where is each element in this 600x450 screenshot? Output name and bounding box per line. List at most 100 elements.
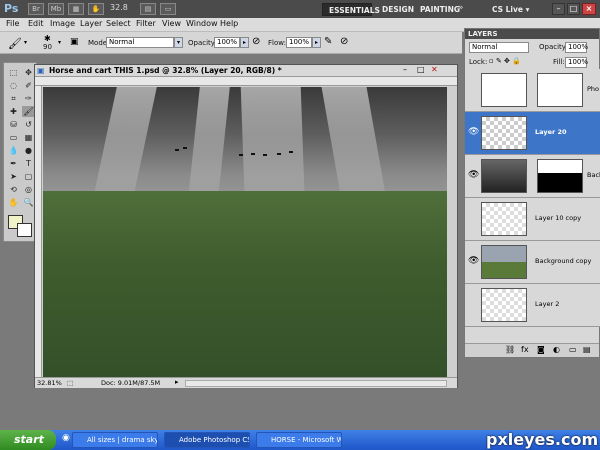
screen-mode-icon[interactable]: ▭ [160,3,176,15]
path-select-tool-icon[interactable]: ➤ [7,171,20,182]
doc-minimize-icon[interactable]: – [403,65,407,74]
layer-opacity-input[interactable]: 100% [565,42,588,53]
layer-name: Pho [587,85,600,93]
doc-maximize-icon[interactable]: □ [417,65,425,74]
background-color-swatch[interactable] [17,223,32,237]
adjustment-layer-icon[interactable]: ◐ [553,345,560,354]
bird [183,147,187,149]
menu-image[interactable]: Image [50,19,75,28]
close-button[interactable]: × [582,3,596,15]
tool-preset-arrow-icon[interactable]: ▾ [24,39,27,46]
status-menu-arrow-icon[interactable]: ▸ [175,378,179,386]
opacity-slider-icon[interactable]: ▸ [240,37,249,48]
taskbar-item-browser[interactable]: All sizes | drama sky |... [72,432,158,448]
menu-help[interactable]: Help [220,19,238,28]
healing-tool-icon[interactable]: ✚ [7,106,20,117]
menu-window[interactable]: Window [186,19,218,28]
crop-tool-icon[interactable]: ⌗ [7,93,20,104]
ps-doc-icon: ▣ [37,66,45,75]
menu-file[interactable]: File [6,19,19,28]
layer-row[interactable]: 👁 Background copy [465,241,600,284]
workspace-more-icon[interactable]: » [458,3,464,13]
airbrush-icon[interactable]: ✎ [324,36,332,47]
start-button[interactable]: start [0,430,56,450]
image-canvas[interactable] [43,87,447,379]
marquee-tool-icon[interactable]: ⬚ [7,67,20,78]
quick-launch-icon[interactable]: ◉ [62,433,70,443]
fill-input[interactable]: 100% [565,57,588,68]
clone-stamp-tool-icon[interactable]: ⛁ [7,119,20,130]
new-layer-icon[interactable]: ▤ [583,345,591,354]
menu-layer[interactable]: Layer [80,19,102,28]
layer-name: Background copy [535,257,592,265]
pen-tool-icon[interactable]: ✒ [7,158,20,169]
pressure-size-icon[interactable]: ⊘ [340,36,348,47]
menu-view[interactable]: View [162,19,181,28]
brush-panel-icon[interactable]: ▣ [70,37,79,47]
zoom-level[interactable]: 32.8 [110,3,128,12]
workspace-essentials[interactable]: ESSENTIALS [322,3,380,16]
bird [239,154,243,156]
toolbox: ⬚ ✥ ◌ ✐ ⌗ ✑ ✚ 🖌 ⛁ ↺ ▭ ▦ 💧 ● ✒ T ➤ ▢ ⟲ ◎ … [3,62,37,242]
zoom-percentage[interactable]: 32.81% [37,379,62,387]
visibility-eye-icon[interactable]: 👁 [468,256,479,266]
cs-live-button[interactable]: CS Live ▾ [486,3,535,16]
document-tab[interactable]: ▣ Horse and cart THIS 1.psd @ 32.8% (Lay… [35,65,457,77]
menu-edit[interactable]: Edit [28,19,44,28]
layer-row[interactable]: 👁 Back [465,155,600,198]
menu-filter[interactable]: Filter [136,19,156,28]
layer-mask-thumbnail [537,159,583,193]
bridge-icon[interactable]: Br [28,3,44,15]
watermark-text: pxleyes.com [486,430,599,449]
brush-size-value[interactable]: 90 [43,43,52,51]
new-group-icon[interactable]: ▭ [569,345,577,354]
minimize-button[interactable]: – [552,3,565,15]
bird [289,151,293,153]
lasso-tool-icon[interactable]: ◌ [7,80,20,91]
mode-dropdown-icon[interactable]: ▾ [174,37,183,48]
layer-row[interactable]: Layer 2 [465,284,600,327]
opacity-label: Opacity: [188,39,217,47]
taskbar-item-photoshop[interactable]: Adobe Photoshop CS5 [164,432,250,448]
horizontal-scrollbar[interactable] [185,380,447,387]
layer-row[interactable]: Pho [465,69,600,112]
arrange-documents-icon[interactable]: ▤ [140,3,156,15]
hand-tool-icon[interactable]: ✋ [88,3,104,15]
visibility-eye-icon[interactable]: 👁 [468,127,479,137]
doc-close-icon[interactable]: ✕ [431,65,438,74]
layer-row[interactable]: Layer 10 copy [465,198,600,241]
mode-select[interactable]: Normal [106,37,174,48]
taskbar-item-word[interactable]: HORSE - Microsoft W... [256,432,342,448]
options-bar: 🖌 ▾ ✱ 90 ▾ ▣ Mode: Normal ▾ Opacity: 100… [0,32,462,54]
maximize-button[interactable]: □ [567,3,580,15]
add-mask-icon[interactable]: ◙ [537,345,545,354]
ruler-horizontal[interactable] [35,77,457,86]
flow-slider-icon[interactable]: ▸ [312,37,321,48]
brush-tool-icon[interactable]: 🖌 [8,37,22,50]
pressure-opacity-icon[interactable]: ⊘ [252,36,260,47]
flow-input[interactable]: 100% [286,37,312,48]
link-layers-icon[interactable]: ⛓ [505,345,515,354]
lock-label: Lock: [469,58,488,66]
blend-mode-select[interactable]: Normal [469,42,529,53]
layer-row-selected[interactable]: 👁 Layer 20 [465,112,600,155]
lock-icons[interactable]: ▫ ✎ ✥ 🔒 [489,57,521,65]
brush-tip-icon: ✱ [44,34,51,43]
layers-panel-title[interactable]: LAYERS [465,29,599,39]
blur-tool-icon[interactable]: 💧 [7,145,20,156]
document-window: ▣ Horse and cart THIS 1.psd @ 32.8% (Lay… [34,64,458,388]
ruler-vertical[interactable] [35,86,42,378]
status-icon: ⬚ [67,379,74,387]
layer-style-icon[interactable]: fx [521,345,529,354]
minibridge-icon[interactable]: Mb [48,3,64,15]
visibility-eye-icon[interactable]: 👁 [468,170,479,180]
hand-tool-icon[interactable]: ✋ [7,197,20,208]
view-extras-icon[interactable]: ▦ [68,3,84,15]
brush-picker-arrow-icon[interactable]: ▾ [58,39,61,46]
opacity-input[interactable]: 100% [214,37,240,48]
layers-panel: LAYERS Normal Opacity: 100% Lock: ▫ ✎ ✥ … [464,28,600,358]
layers-panel-footer: ⛓ fx ◙ ◐ ▭ ▤ [465,343,599,357]
menu-select[interactable]: Select [106,19,131,28]
eraser-tool-icon[interactable]: ▭ [7,132,20,143]
3d-rotate-tool-icon[interactable]: ⟲ [7,184,20,195]
